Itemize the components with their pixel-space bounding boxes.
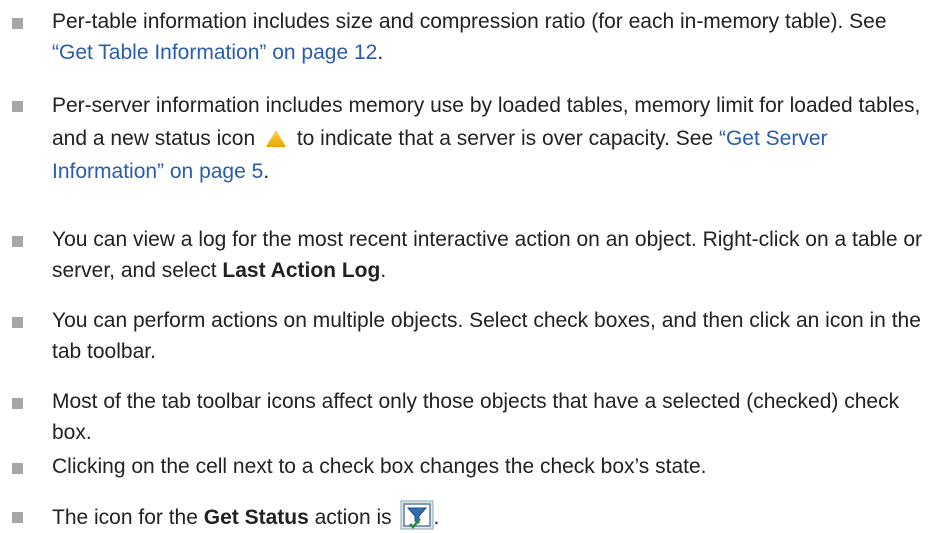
get-status-icon <box>400 500 433 530</box>
item-text-middle: to indicate that a server is over capaci… <box>296 127 719 150</box>
list-item-text: Per-table information includes size and … <box>52 6 932 68</box>
bullet-square <box>12 512 23 523</box>
list-item-text: Clicking on the cell next to a check box… <box>52 455 707 478</box>
last-action-log-label: Last Action Log <box>222 259 381 282</box>
item-text-before: Per-table information includes size and … <box>52 10 887 33</box>
bullet-square <box>12 398 23 409</box>
list-item-text: Most of the tab toolbar icons affect onl… <box>52 390 900 444</box>
item-text-after: . <box>380 259 387 282</box>
get-status-label: Get Status <box>203 506 309 529</box>
bullet-square <box>12 236 23 247</box>
list-item-text: Per-server information includes memory u… <box>52 89 932 188</box>
item-text-after: . <box>433 506 440 529</box>
item-text-before: The icon for the <box>52 506 204 529</box>
item-text-before: You can view a log for the most recent i… <box>52 228 923 282</box>
get-table-information-link[interactable]: “Get Table Information” on page 12 <box>52 41 377 64</box>
item-text-after: . <box>377 41 384 64</box>
warning-triangle-icon <box>265 130 286 147</box>
bullet-square <box>12 101 23 112</box>
list-item-text: The icon for the Get Status action is . <box>52 500 932 533</box>
item-text-middle: action is <box>308 506 392 529</box>
item-text-after: . <box>263 160 270 183</box>
bullet-square <box>12 463 23 474</box>
bullet-square <box>12 317 23 328</box>
bullet-square <box>12 18 23 29</box>
list-item-text: You can perform actions on multiple obje… <box>52 309 921 363</box>
list-item-text: You can view a log for the most recent i… <box>52 224 932 286</box>
